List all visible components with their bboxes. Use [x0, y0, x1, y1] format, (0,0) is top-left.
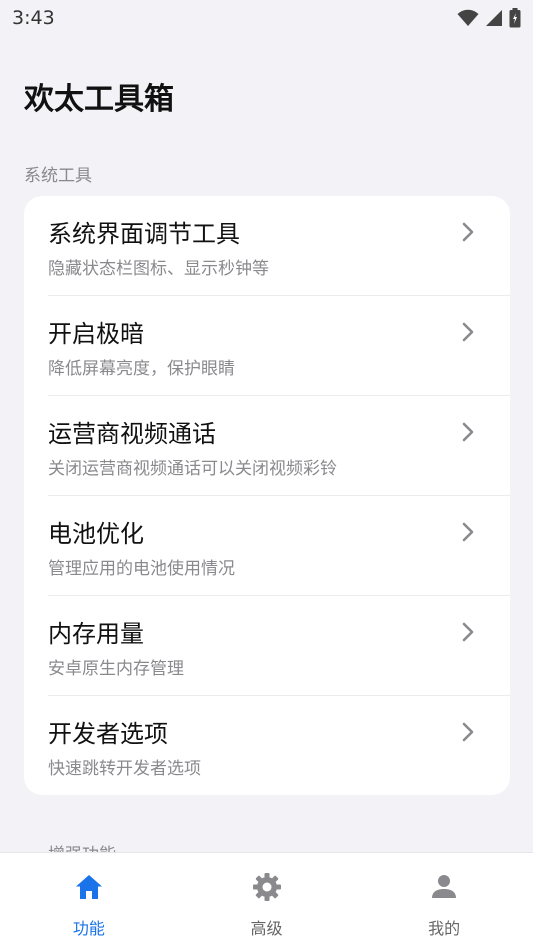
list-item-extra-dim[interactable]: 开启极暗 降低屏幕亮度，保护眼睛 [24, 296, 510, 396]
list-item-title: 电池优化 [48, 520, 144, 548]
bottom-nav: 功能 高级 我的 [0, 852, 533, 947]
list-item-developer-options[interactable]: 开发者选项 快速跳转开发者选项 [24, 696, 510, 795]
status-bar: 3:43 [0, 0, 533, 36]
tab-label: 我的 [428, 919, 461, 938]
tab-label: 高级 [250, 919, 283, 938]
list-item-subtitle: 隐藏状态栏图标、显示秒钟等 [48, 259, 269, 279]
list-item-title: 开启极暗 [48, 320, 144, 348]
list-item-subtitle: 安卓原生内存管理 [48, 659, 184, 679]
list-item-subtitle: 关闭运营商视频通话可以关闭视频彩铃 [48, 459, 337, 479]
status-time: 3:43 [12, 7, 55, 29]
tab-functions[interactable]: 功能 [0, 853, 178, 947]
gear-icon [252, 873, 281, 901]
list-item-title: 运营商视频通话 [48, 420, 216, 448]
list-item-battery-optimization[interactable]: 电池优化 管理应用的电池使用情况 [24, 496, 510, 596]
battery-icon [509, 8, 521, 28]
page-title: 欢太工具箱 [24, 82, 174, 117]
chevron-right-icon [462, 222, 474, 242]
system-tools-card: 系统界面调节工具 隐藏状态栏图标、显示秒钟等 开启极暗 降低屏幕亮度，保护眼睛 … [24, 196, 510, 795]
list-item-title: 系统界面调节工具 [48, 220, 240, 248]
section-header-system-tools: 系统工具 [24, 166, 92, 186]
tab-label: 功能 [72, 919, 105, 938]
status-icons [457, 8, 521, 28]
person-icon [432, 875, 457, 898]
signal-icon [486, 10, 502, 26]
home-icon [75, 875, 102, 899]
tab-advanced[interactable]: 高级 [178, 853, 356, 947]
list-item-carrier-video-call[interactable]: 运营商视频通话 关闭运营商视频通话可以关闭视频彩铃 [24, 396, 510, 496]
list-item-title: 内存用量 [48, 620, 144, 648]
wifi-icon [457, 9, 479, 26]
list-item-title: 开发者选项 [48, 720, 168, 748]
tab-mine[interactable]: 我的 [355, 853, 533, 947]
list-item-memory-usage[interactable]: 内存用量 安卓原生内存管理 [24, 596, 510, 696]
list-item-subtitle: 管理应用的电池使用情况 [48, 559, 235, 579]
chevron-right-icon [462, 722, 474, 742]
chevron-right-icon [462, 422, 474, 442]
list-item-subtitle: 降低屏幕亮度，保护眼睛 [48, 359, 235, 379]
chevron-right-icon [462, 322, 474, 342]
list-item-ui-tuner[interactable]: 系统界面调节工具 隐藏状态栏图标、显示秒钟等 [24, 196, 510, 296]
chevron-right-icon [462, 622, 474, 642]
list-item-subtitle: 快速跳转开发者选项 [48, 759, 201, 779]
chevron-right-icon [462, 522, 474, 542]
